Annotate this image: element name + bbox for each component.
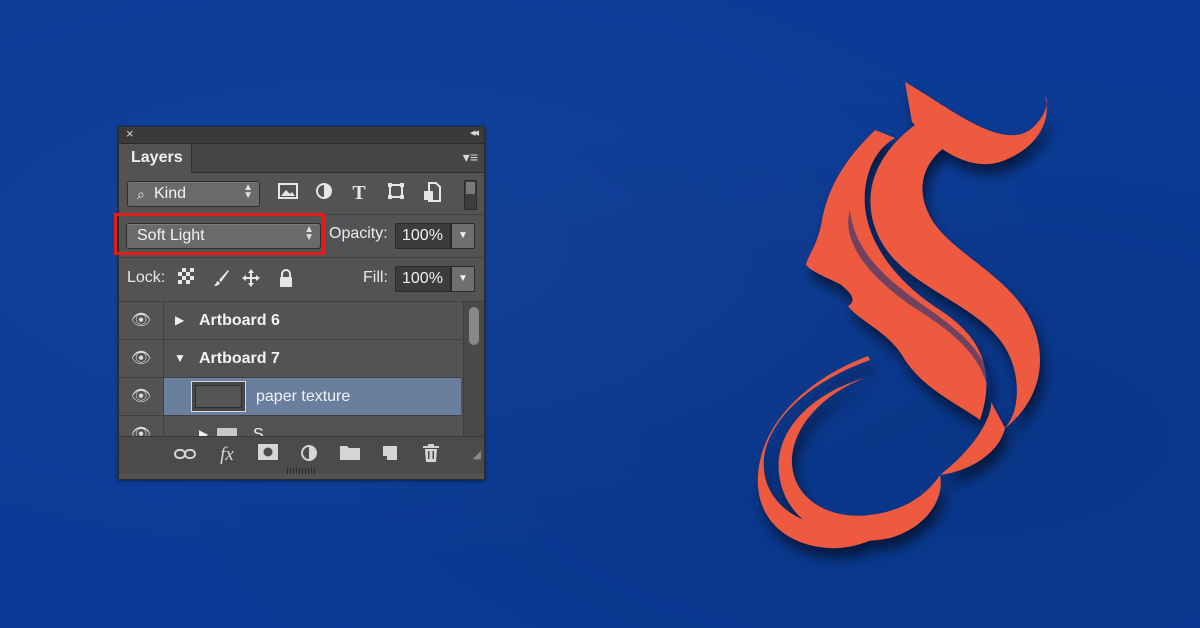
- opacity-label: Opacity:: [329, 225, 388, 242]
- blend-mode-highlight-box: [114, 213, 325, 255]
- fill-field[interactable]: 100%: [395, 266, 451, 292]
- panel-titlebar[interactable]: × ◂◂: [119, 126, 484, 144]
- fill-dropdown-button[interactable]: ▼: [451, 266, 475, 292]
- image-filter-icon[interactable]: [277, 182, 299, 204]
- resize-handle-icon[interactable]: ◢: [473, 448, 481, 461]
- filter-toggle[interactable]: [464, 180, 477, 210]
- layers-panel: × ◂◂ Layers ▾≡ ⌕ Kind ▲ ▼ T Soft Light ▲ ▼…: [114, 126, 485, 480]
- new-group-icon[interactable]: [338, 444, 362, 466]
- lock-all-icon[interactable]: [276, 268, 296, 288]
- adjustment-layer-icon[interactable]: [297, 444, 321, 466]
- fx-icon[interactable]: fx: [215, 444, 239, 466]
- visibility-eye-icon[interactable]: 👁: [119, 340, 164, 377]
- lock-transparent-pixels-icon[interactable]: [176, 268, 196, 288]
- collapse-icon[interactable]: ◂◂: [470, 126, 479, 139]
- layer-name: Artboard 7: [199, 350, 280, 367]
- ribbon-shape: [757, 82, 1047, 549]
- layers-scrollbar[interactable]: [463, 302, 484, 436]
- panel-grip[interactable]: [287, 468, 317, 474]
- shape-filter-icon[interactable]: [385, 182, 407, 204]
- lock-label: Lock:: [127, 269, 166, 286]
- adjustment-filter-icon[interactable]: [313, 182, 335, 204]
- folder-icon: [217, 428, 237, 436]
- scroll-thumb[interactable]: [469, 307, 479, 345]
- new-layer-icon[interactable]: [378, 444, 402, 466]
- select-arrows-icon: ▲ ▼: [243, 182, 253, 201]
- layer-row-artboard-6[interactable]: 👁 ▶ Artboard 6: [119, 302, 461, 340]
- layer-thumbnail: [191, 381, 246, 412]
- smart-object-filter-icon[interactable]: [421, 182, 443, 204]
- close-icon[interactable]: ×: [126, 126, 134, 141]
- search-icon: ⌕: [137, 186, 145, 202]
- panel-menu-icon[interactable]: ▾≡: [463, 149, 478, 166]
- opacity-field[interactable]: 100%: [395, 223, 451, 249]
- link-layers-icon[interactable]: [173, 444, 197, 466]
- filter-kind-select[interactable]: ⌕ Kind ▲ ▼: [127, 181, 260, 207]
- tab-layers[interactable]: Layers: [119, 144, 192, 173]
- collapse-arrow-icon[interactable]: ▼: [174, 340, 186, 377]
- type-filter-icon[interactable]: T: [348, 182, 370, 204]
- opacity-dropdown-button[interactable]: ▼: [451, 223, 475, 249]
- layer-row-paper-texture[interactable]: 👁 paper texture: [119, 378, 461, 416]
- layer-row-artboard-7[interactable]: 👁 ▼ Artboard 7: [119, 340, 461, 378]
- delete-icon[interactable]: [419, 444, 443, 466]
- expand-arrow-icon[interactable]: ▶: [175, 302, 184, 339]
- visibility-eye-icon[interactable]: 👁: [119, 378, 164, 415]
- lock-image-pixels-icon[interactable]: [211, 268, 231, 288]
- layer-name: paper texture: [256, 388, 351, 405]
- layer-row-group-s[interactable]: 👁 ▶ S: [119, 416, 461, 436]
- layers-list: 👁 ▶ Artboard 6 👁 ▼ Artboard 7 👁 paper te…: [119, 302, 461, 436]
- layer-name: S: [253, 426, 264, 436]
- layer-name: Artboard 6: [199, 312, 280, 329]
- visibility-eye-icon[interactable]: 👁: [119, 416, 164, 436]
- lock-position-icon[interactable]: [241, 268, 261, 288]
- fill-label: Fill:: [363, 269, 388, 286]
- expand-arrow-icon[interactable]: ▶: [199, 416, 208, 436]
- layer-mask-icon[interactable]: [256, 444, 280, 466]
- visibility-eye-icon[interactable]: 👁: [119, 302, 164, 339]
- divider: [119, 257, 484, 258]
- filter-kind-label: Kind: [154, 185, 187, 202]
- letter-s-artwork: [757, 82, 1047, 549]
- tab-bar: Layers ▾≡: [119, 144, 484, 173]
